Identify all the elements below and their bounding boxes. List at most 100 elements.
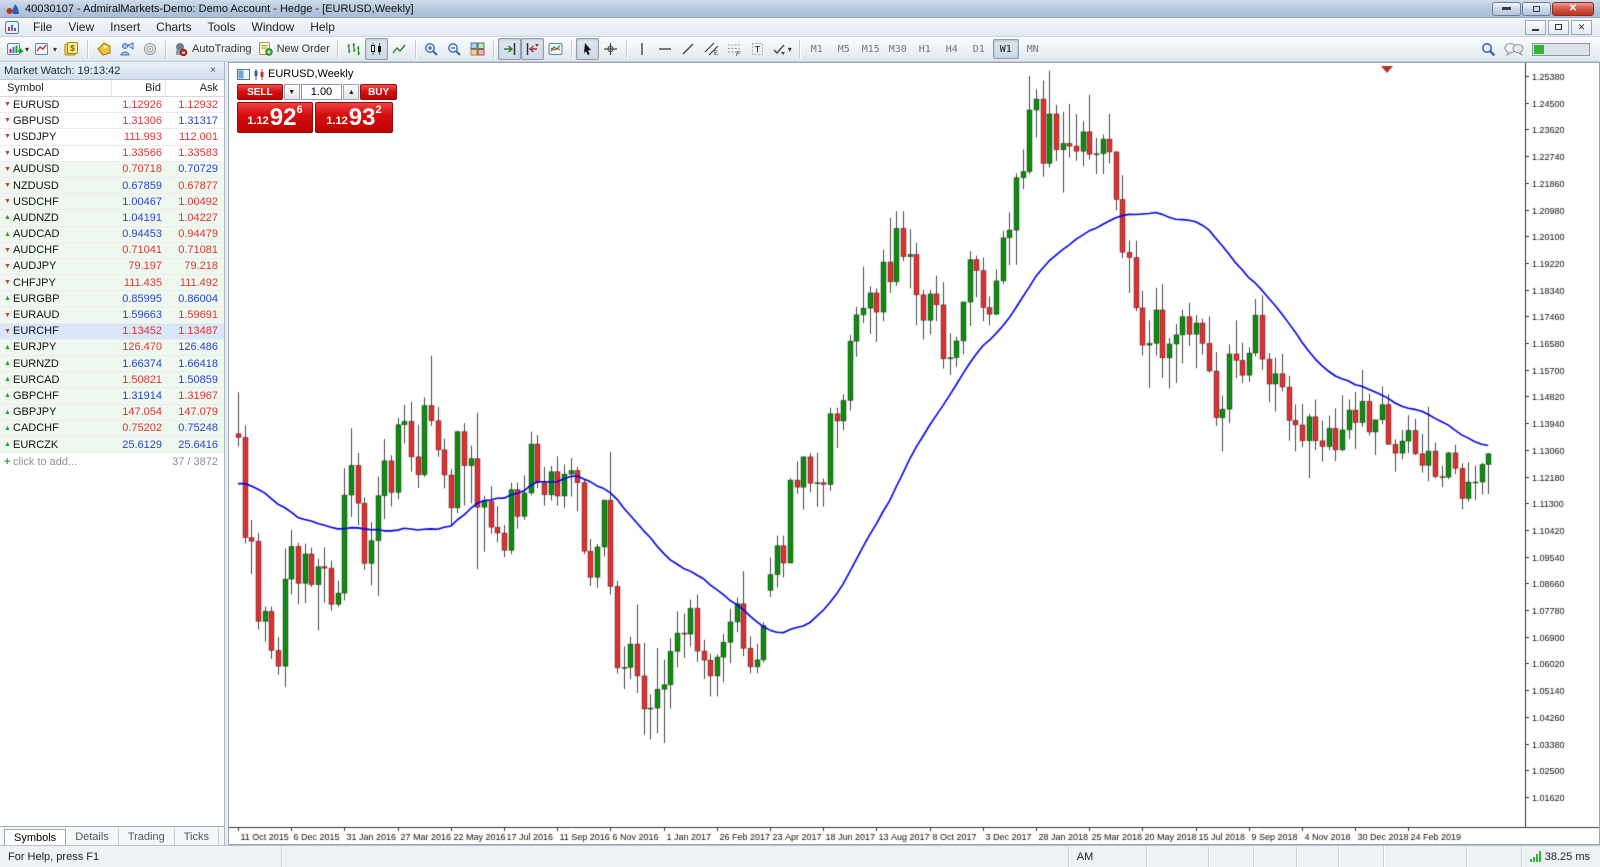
sell-price-point: 6 bbox=[296, 104, 303, 116]
add-symbol-row[interactable]: + click to add... 37 / 3872 bbox=[0, 453, 224, 470]
column-header-bid[interactable]: Bid bbox=[112, 80, 166, 96]
chart-minimize-button[interactable] bbox=[1525, 19, 1546, 35]
community-chat-icon[interactable] bbox=[1504, 42, 1524, 56]
menu-item-file[interactable]: File bbox=[25, 18, 60, 36]
menu-item-tools[interactable]: Tools bbox=[200, 18, 244, 36]
menu-item-help[interactable]: Help bbox=[302, 18, 343, 36]
menu-item-insert[interactable]: Insert bbox=[102, 18, 148, 36]
market-watch-row[interactable]: ▲ GBPCHF 1.31914 1.31967 bbox=[0, 388, 224, 405]
menu-item-charts[interactable]: Charts bbox=[148, 18, 199, 36]
market-watch-row[interactable]: ▼ EURCHF 1.13452 1.13487 bbox=[0, 323, 224, 340]
timeframe-m5[interactable]: M5 bbox=[831, 39, 857, 59]
minimize-button[interactable] bbox=[1492, 1, 1521, 16]
sell-button[interactable]: SELL bbox=[237, 84, 283, 100]
equidistant-channel-tool-button[interactable]: E bbox=[700, 38, 723, 60]
timeframe-w1[interactable]: W1 bbox=[992, 39, 1019, 59]
profiles-icon bbox=[35, 43, 49, 55]
volume-input[interactable]: 1.00 bbox=[300, 84, 343, 100]
tab-details[interactable]: Details bbox=[66, 828, 119, 845]
chart-restore-button[interactable] bbox=[1548, 19, 1569, 35]
market-watch-row[interactable]: ▼ GBPUSD 1.31306 1.31317 bbox=[0, 113, 224, 130]
market-watch-row[interactable]: ▲ EURJPY 126.470 126.486 bbox=[0, 339, 224, 356]
ask-value: 79.218 bbox=[184, 260, 218, 273]
zoom-in-button[interactable] bbox=[420, 38, 443, 60]
crosshair-tool-button[interactable] bbox=[599, 38, 622, 60]
buy-price-box[interactable]: 1.12 93 2 bbox=[315, 102, 393, 133]
deposit-button[interactable] bbox=[92, 38, 115, 60]
volume-decrease-button[interactable]: ▼ bbox=[283, 84, 300, 100]
market-watch-row[interactable]: ▼ AUDCHF 0.71041 0.71081 bbox=[0, 242, 224, 259]
ask-value: 0.67877 bbox=[178, 179, 218, 192]
market-watch-row[interactable]: ▼ EURUSD 1.12926 1.12932 bbox=[0, 97, 224, 114]
market-watch-row[interactable]: ▲ EURCAD 1.50821 1.50859 bbox=[0, 372, 224, 389]
menu-item-window[interactable]: Window bbox=[244, 18, 303, 36]
new-order-button[interactable]: New Order bbox=[255, 38, 333, 60]
timeframe-m30[interactable]: M30 bbox=[885, 39, 911, 59]
price-chart-canvas[interactable] bbox=[229, 63, 1599, 844]
market-watch-row[interactable]: ▼ USDCHF 1.00467 1.00492 bbox=[0, 194, 224, 211]
tile-windows-button[interactable] bbox=[466, 38, 489, 60]
menu-item-view[interactable]: View bbox=[60, 18, 102, 36]
symbol-name: EURGBP bbox=[13, 292, 60, 305]
auto-scroll-button[interactable] bbox=[497, 38, 521, 60]
market-watch-row[interactable]: ▲ EURNZD 1.66374 1.66418 bbox=[0, 356, 224, 373]
market-watch-row[interactable]: ▼ AUDUSD 0.70718 0.70729 bbox=[0, 161, 224, 178]
chart-shift-button[interactable] bbox=[520, 38, 544, 60]
status-latency[interactable]: 38.25 ms bbox=[1522, 851, 1600, 863]
bar-chart-mode-button[interactable] bbox=[342, 38, 365, 60]
line-chart-mode-button[interactable] bbox=[388, 38, 411, 60]
trendline-tool-button[interactable] bbox=[677, 38, 700, 60]
market-watch-toggle-button[interactable]: $ bbox=[60, 38, 83, 60]
close-button[interactable]: ✕ bbox=[1552, 1, 1594, 16]
market-watch-close-button[interactable]: × bbox=[206, 65, 220, 76]
menu-items: File View Insert Charts Tools Window Help bbox=[25, 18, 343, 36]
tab-symbols[interactable]: Symbols bbox=[4, 829, 67, 846]
timeframe-h4[interactable]: H4 bbox=[939, 39, 965, 59]
market-watch-row[interactable]: ▲ CADCHF 0.75202 0.75248 bbox=[0, 420, 224, 437]
text-tool-button[interactable]: T bbox=[746, 38, 769, 60]
chart-profiles-button[interactable]: ▾ bbox=[32, 38, 60, 60]
cursor-tool-button[interactable] bbox=[575, 38, 599, 60]
tab-trading[interactable]: Trading bbox=[119, 828, 175, 845]
strategy-tester-button[interactable] bbox=[115, 38, 138, 60]
arrows-tool-button[interactable]: ▾ bbox=[769, 38, 795, 60]
market-watch-row[interactable]: ▲ GBPJPY 147.054 147.079 bbox=[0, 404, 224, 421]
market-watch-row[interactable]: ▼ EURAUD 1.59663 1.59691 bbox=[0, 307, 224, 324]
timeframe-m15[interactable]: M15 bbox=[858, 39, 884, 59]
horizontal-line-tool-button[interactable] bbox=[654, 38, 677, 60]
market-watch-row[interactable]: ▲ EURGBP 0.85995 0.86004 bbox=[0, 291, 224, 308]
market-watch-row[interactable]: ▼ USDCAD 1.33566 1.33583 bbox=[0, 146, 224, 162]
timeframe-mn[interactable]: MN bbox=[1020, 39, 1046, 59]
tab-ticks[interactable]: Ticks bbox=[175, 828, 219, 845]
fibonacci-tool-button[interactable]: F bbox=[723, 38, 746, 60]
chart-close-button[interactable]: ✕ bbox=[1571, 19, 1592, 35]
restore-button[interactable] bbox=[1522, 1, 1551, 16]
search-icon[interactable] bbox=[1481, 42, 1496, 57]
indicators-button[interactable] bbox=[544, 38, 567, 60]
down-arrow-icon: ▼ bbox=[4, 149, 11, 157]
volume-increase-button[interactable]: ▲ bbox=[343, 84, 360, 100]
zoom-out-button[interactable] bbox=[443, 38, 466, 60]
column-header-symbol[interactable]: Symbol bbox=[0, 80, 112, 96]
column-header-ask[interactable]: Ask bbox=[166, 80, 224, 96]
timeframe-h1[interactable]: H1 bbox=[912, 39, 938, 59]
market-watch-row[interactable]: ▼ NZDUSD 0.67859 0.67877 bbox=[0, 177, 224, 195]
candlestick-mode-button[interactable] bbox=[364, 38, 388, 60]
close-icon: ✕ bbox=[1568, 2, 1578, 14]
new-chart-button[interactable]: ▾ bbox=[4, 38, 32, 60]
timeframe-d1[interactable]: D1 bbox=[966, 39, 992, 59]
oneclick-panel-icon[interactable] bbox=[237, 68, 250, 80]
status-cell-6 bbox=[1467, 846, 1522, 867]
vertical-line-tool-button[interactable] bbox=[631, 38, 654, 60]
sell-price-box[interactable]: 1.12 92 6 bbox=[237, 102, 313, 133]
market-button[interactable] bbox=[138, 38, 161, 60]
market-watch-row[interactable]: ▼ CHFJPY 111.435 111.492 bbox=[0, 275, 224, 292]
market-watch-row[interactable]: ▲ AUDNZD 1.04191 1.04227 bbox=[0, 210, 224, 227]
market-watch-row[interactable]: ▲ EURCZK 25.6129 25.6416 bbox=[0, 436, 224, 453]
market-watch-row[interactable]: ▼ AUDJPY 79.197 79.218 bbox=[0, 258, 224, 276]
timeframe-m1[interactable]: M1 bbox=[804, 39, 830, 59]
market-watch-row[interactable]: ▲ AUDCAD 0.94453 0.94479 bbox=[0, 226, 224, 243]
market-watch-row[interactable]: ▼ USDJPY 111.993 112.001 bbox=[0, 129, 224, 146]
autotrading-button[interactable]: AutoTrading bbox=[170, 38, 255, 60]
buy-button[interactable]: BUY bbox=[360, 84, 398, 100]
